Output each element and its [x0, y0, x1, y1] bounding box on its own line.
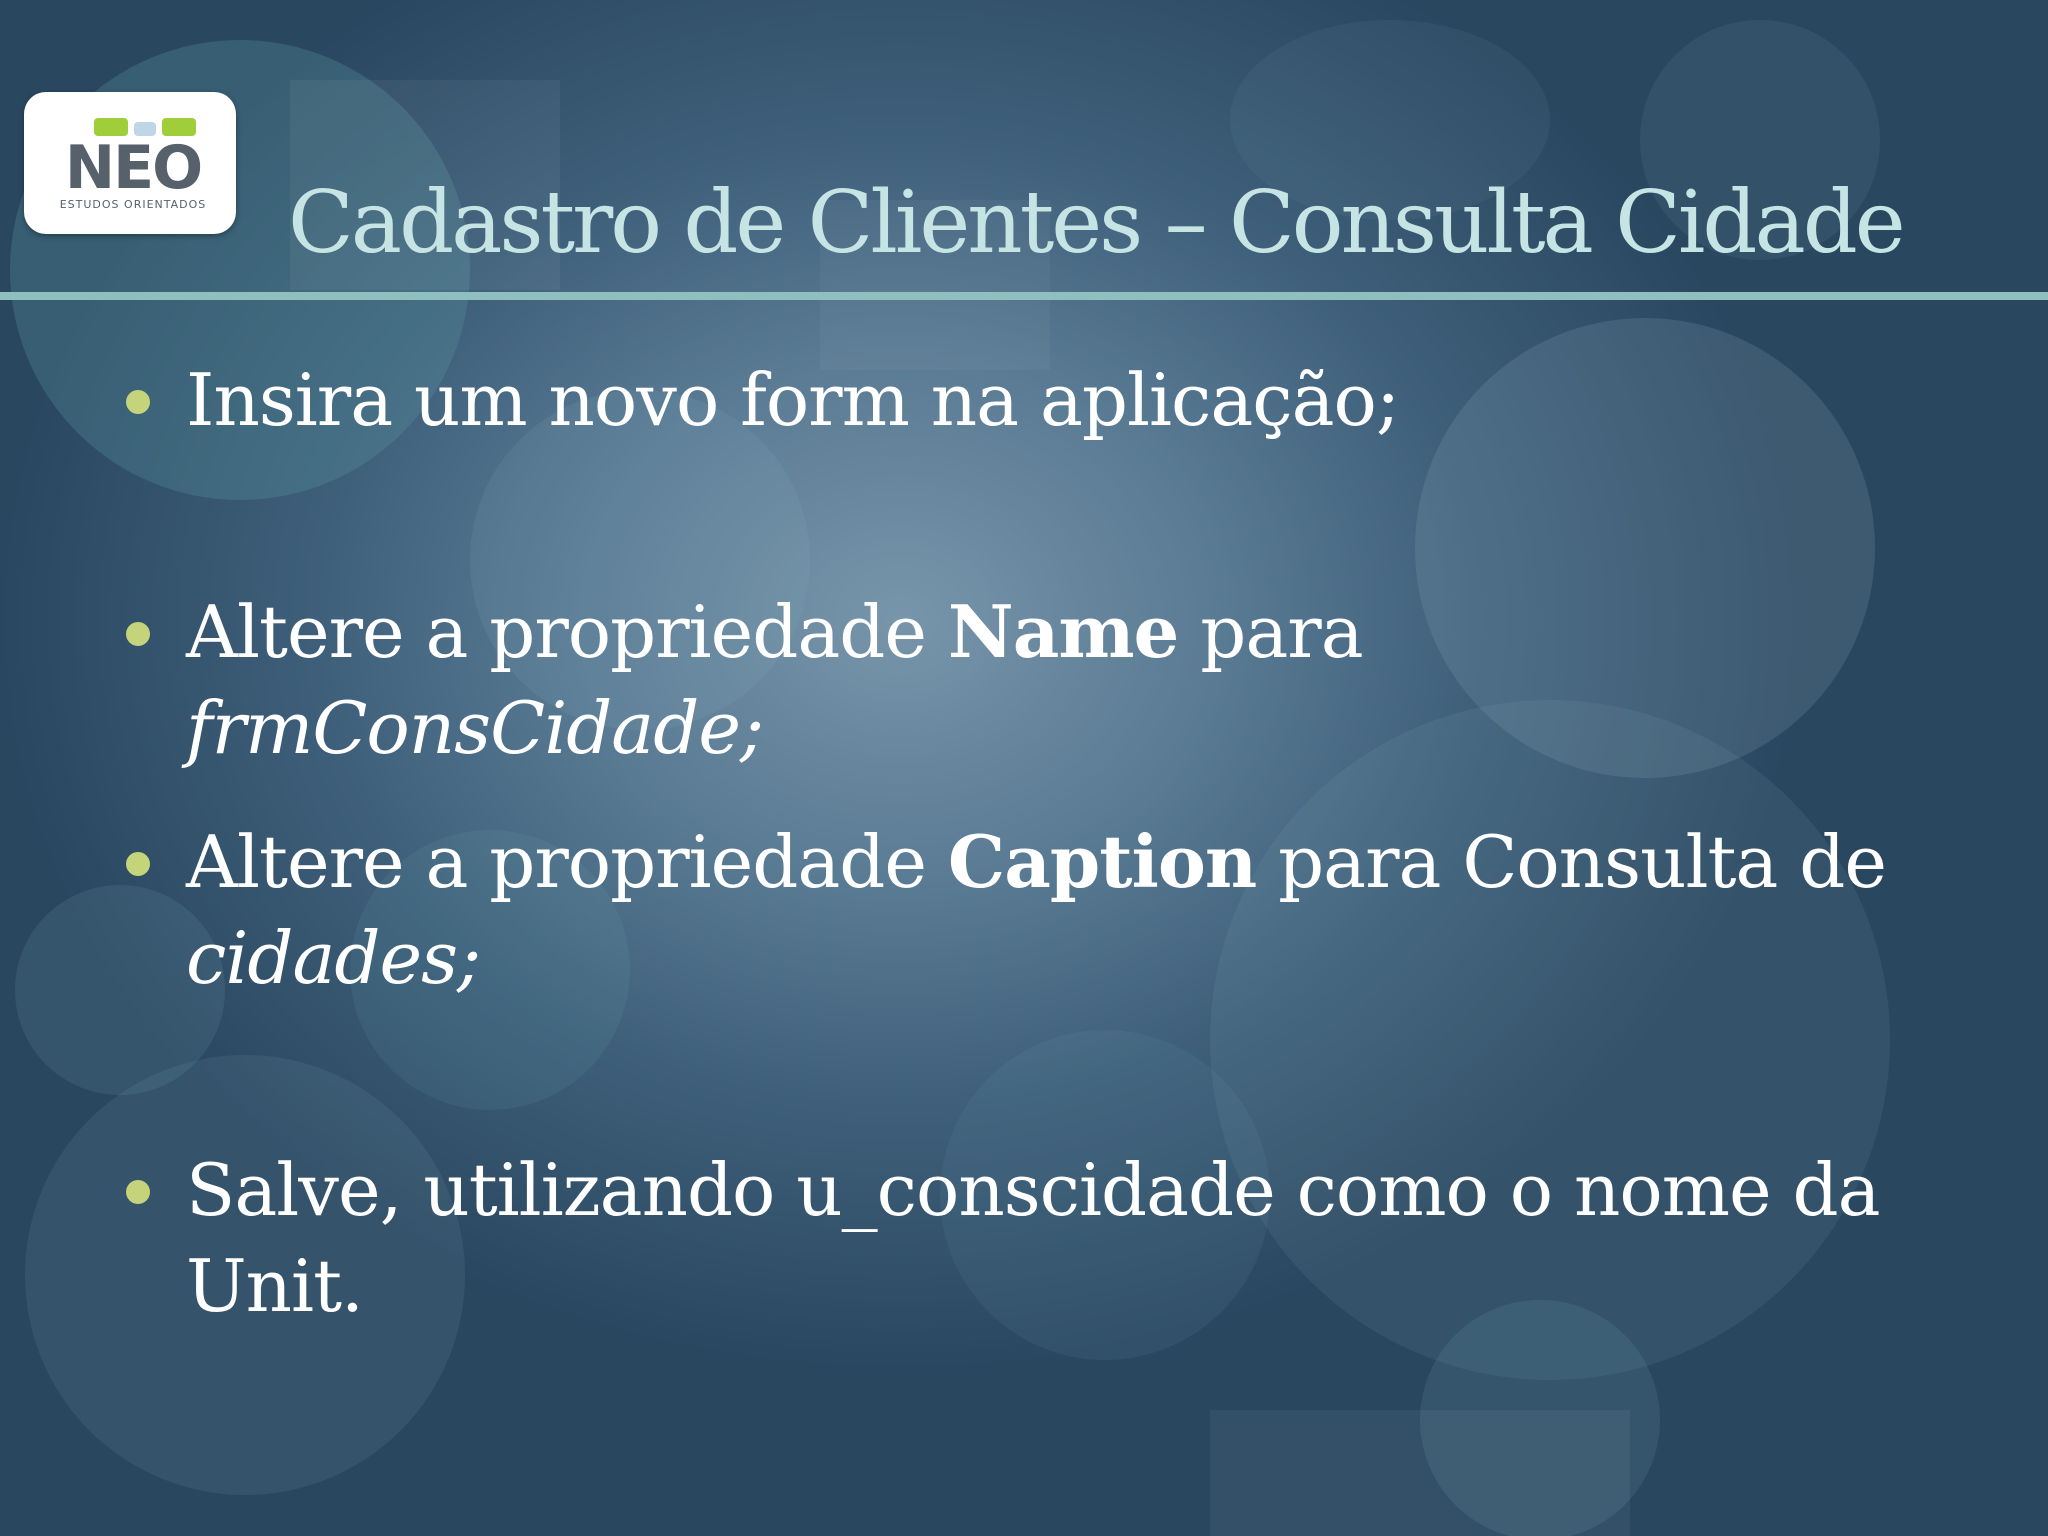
- slide: NEO ESTUDOS ORIENTADOS Cadastro de Clien…: [0, 0, 2048, 1536]
- bullet-dot-icon: [126, 1180, 150, 1204]
- bullet-text-bold: Name: [947, 589, 1179, 674]
- bullet-dot-icon: [126, 852, 150, 876]
- bullet-item: Altere a propriedade Caption para Consul…: [126, 814, 1946, 1006]
- bullet-text-pre: Altere a propriedade: [186, 820, 948, 904]
- bullet-dot-icon: [126, 390, 150, 414]
- bullet-text: Insira um novo form na aplicação;: [186, 358, 1400, 442]
- bullet-text-italic: cidades;: [186, 916, 481, 1000]
- bullet-text-italic: frmConsCidade;: [186, 686, 764, 770]
- bullet-text-pre: Altere a propriedade: [186, 590, 948, 674]
- bullet-item: Altere a propriedade Name para frmConsCi…: [126, 584, 1946, 776]
- bullet-list: Insira um novo form na aplicação; Altere…: [0, 0, 2048, 1536]
- bullet-text: Salve, utilizando u_conscidade como o no…: [186, 1148, 1881, 1328]
- bullet-text-mid: para: [1178, 590, 1363, 674]
- bullet-dot-icon: [126, 622, 150, 646]
- bullet-text-bold: Caption: [947, 819, 1257, 904]
- bullet-item: Insira um novo form na aplicação;: [126, 352, 1946, 448]
- bullet-item: Salve, utilizando u_conscidade como o no…: [126, 1142, 1946, 1334]
- bullet-text-mid: para Consulta de: [1256, 820, 1887, 904]
